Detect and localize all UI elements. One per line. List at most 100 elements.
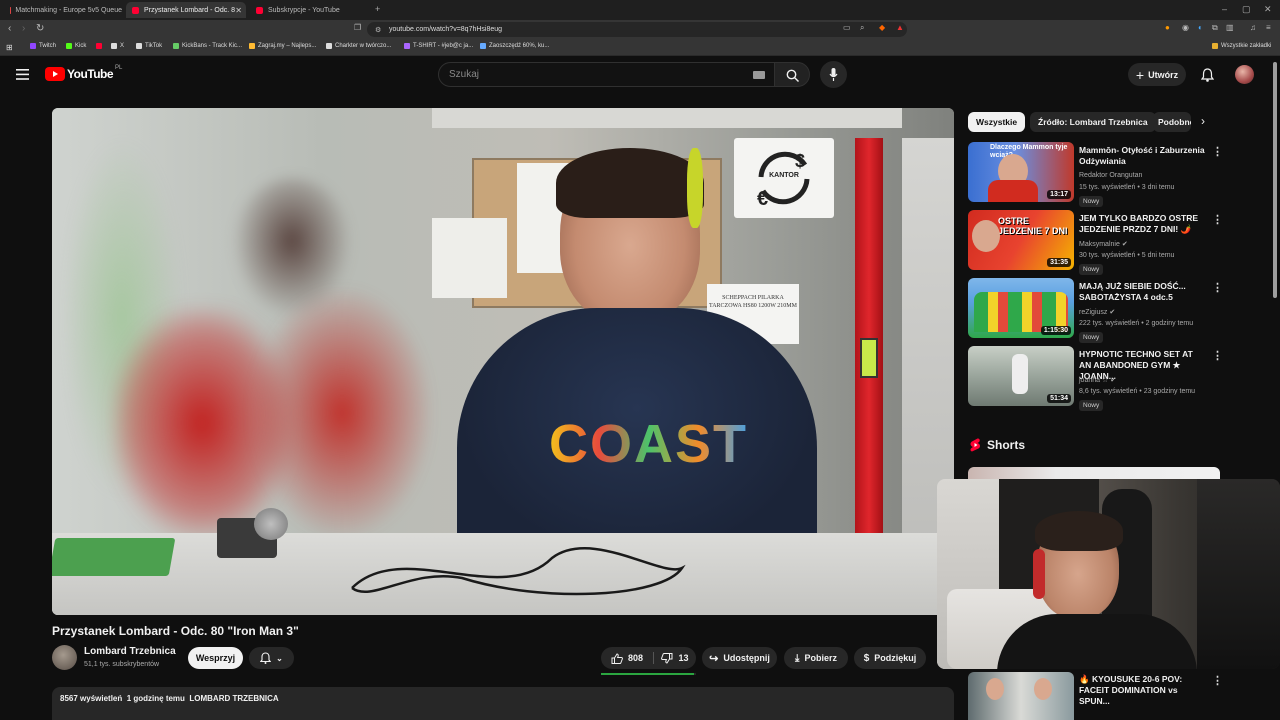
bookmark-item[interactable] <box>96 43 105 49</box>
bookmark-item[interactable]: Twitch <box>30 43 56 49</box>
keyboard-icon[interactable] <box>753 71 765 79</box>
chip-source[interactable]: Źródło: Lombard Trzebnica <box>1030 112 1156 132</box>
chevron-right-icon[interactable]: › <box>1201 114 1205 128</box>
thumbnail-person <box>986 678 1004 700</box>
paper-note <box>432 218 507 298</box>
shorts-heading: Shorts <box>970 438 1025 452</box>
maximize-icon[interactable]: ▢ <box>1242 4 1251 15</box>
chip-all[interactable]: Wszystkie <box>968 112 1026 132</box>
thumbnail-person-shirt <box>988 180 1038 202</box>
dislike-button[interactable]: 13 <box>654 647 696 669</box>
cast-icon[interactable]: ▭ <box>843 23 851 32</box>
video-thumbnail[interactable]: Dlaczego Mammon tyje wciąż? 13:17 <box>968 142 1074 202</box>
channel-name[interactable]: Maksymalnie ✔ <box>1079 240 1128 248</box>
bookmark-item[interactable]: Zaoszczędź 60%, ku... <box>480 43 549 49</box>
description-box[interactable]: 8567 wyświetleń 1 godzinę temu LOMBARD T… <box>52 687 954 720</box>
channel-name[interactable]: reZigiusz ✔ <box>1079 308 1115 316</box>
channel-name[interactable]: joanna ☆ ✔ <box>1079 376 1116 384</box>
site-info-icon[interactable]: ⚙ <box>375 26 381 34</box>
address-bar[interactable]: ⚙ youtube.com/watch?v=8q7hHsi8eug <box>367 22 907 37</box>
page-scrollbar-thumb[interactable] <box>1273 62 1277 298</box>
extension-icon[interactable]: ◉ <box>1182 23 1189 32</box>
extensions-puzzle-icon[interactable]: ⧉ <box>1212 23 1218 33</box>
forward-icon[interactable]: › <box>22 23 25 34</box>
notifications-bell-icon[interactable] <box>1201 68 1214 82</box>
extension-icon[interactable]: ● <box>1165 23 1170 32</box>
video-title[interactable]: 🔥 KYOUSUKE 20-6 POV: FACEIT DOMINATION v… <box>1079 674 1207 707</box>
bookmark-item[interactable]: X <box>111 43 124 49</box>
youtube-favicon-icon <box>256 6 263 14</box>
channel-name[interactable]: Redaktor Orangutan <box>1079 172 1142 179</box>
thumbnail-person <box>1034 678 1052 700</box>
like-button[interactable]: 808 <box>601 647 653 669</box>
like-ratio-bar <box>601 673 696 675</box>
video-title[interactable]: JEM TYLKO BARDZO OSTRE JEDZENIE PRZDZ 7 … <box>1079 213 1207 235</box>
video-title[interactable]: Mammōn- Otyłość i Zaburzenia Odżywiania <box>1079 145 1207 167</box>
youtube-logo[interactable]: YouTube PL <box>45 65 122 81</box>
share-button[interactable]: ↪ Udostępnij <box>702 647 777 669</box>
plus-icon: + <box>1135 66 1145 83</box>
sidebar-toggle-icon[interactable]: ▥ <box>1226 23 1234 32</box>
apps-grid-icon[interactable]: ⊞ <box>6 43 13 52</box>
create-button[interactable]: + Utwórz <box>1128 63 1186 86</box>
streamer-hair <box>1035 511 1123 551</box>
thanks-button[interactable]: $ Podziękuj <box>854 647 926 669</box>
bookmark-item[interactable]: Charkter w twórczo... <box>326 43 391 49</box>
shorts-logo-icon <box>970 438 980 452</box>
verified-icon: ✔ <box>1109 309 1116 316</box>
chip-similar[interactable]: Podobne <box>1153 112 1191 132</box>
search-button[interactable] <box>774 62 810 87</box>
bookmark-item[interactable]: KickBans - Track Kic... <box>173 43 242 49</box>
browser-toolbar: ‹ › ↻ ❐ ⚙ youtube.com/watch?v=8q7hHsi8eu… <box>0 20 1280 39</box>
new-tab-icon[interactable]: + <box>375 4 380 14</box>
channel-name[interactable]: Lombard Trzebnica <box>84 646 176 657</box>
support-button[interactable]: Wesprzyj <box>188 647 243 669</box>
avatar[interactable] <box>1235 65 1254 84</box>
more-actions-icon[interactable]: ⋮ <box>1212 145 1223 158</box>
browser-tab[interactable]: Matchmaking - Europe 5v5 Queue <box>4 2 122 18</box>
video-thumbnail[interactable] <box>968 672 1074 720</box>
zoom-icon[interactable]: ⌕ <box>860 23 864 33</box>
browser-tab-active[interactable]: Przystanek Lombard - Odc. 8 ✕ <box>126 2 246 18</box>
video-duration: 31:35 <box>1047 258 1071 267</box>
new-badge: Nowy <box>1079 264 1104 275</box>
media-icon[interactable]: ♫ <box>1250 23 1256 32</box>
more-actions-icon[interactable]: ⋮ <box>1212 281 1223 294</box>
back-icon[interactable]: ‹ <box>8 23 11 34</box>
download-button[interactable]: ⤓ Pobierz <box>784 647 848 669</box>
bookmark-item[interactable]: Zagraj.my – Najleps... <box>249 43 316 49</box>
video-thumbnail[interactable]: OSTRE JEDZENIE 7 DNI 31:35 <box>968 210 1074 270</box>
hamburger-menu-icon[interactable] <box>16 69 29 80</box>
bookmark-icon[interactable]: ❐ <box>354 23 361 32</box>
kantor-sign: $ € KANTOR <box>734 138 834 218</box>
subscription-bell-button[interactable]: ⌄ <box>249 647 294 669</box>
all-bookmarks[interactable]: Wszystkie zakładki <box>1212 43 1271 49</box>
youtube-masthead: YouTube PL Szukaj + Utwórz <box>0 57 1280 93</box>
bookmark-item[interactable]: TikTok <box>136 43 162 49</box>
video-thumbnail[interactable]: 51:34 <box>968 346 1074 406</box>
rewards-icon[interactable]: ▲ <box>896 23 904 32</box>
extension-icon[interactable]: ◐ <box>1198 23 1203 32</box>
close-tab-icon[interactable]: ✕ <box>235 6 242 15</box>
video-player[interactable]: $ € KANTOR SCHEPPACH PILARKA TARCZOWA HS… <box>52 108 954 615</box>
channel-avatar[interactable] <box>52 645 77 670</box>
bookmark-item[interactable]: Kick <box>66 43 86 49</box>
thumbnail-person <box>1012 354 1028 394</box>
video-thumbnail[interactable]: 1:15:30 <box>968 278 1074 338</box>
more-actions-icon[interactable]: ⋮ <box>1212 213 1223 226</box>
voice-search-button[interactable] <box>820 61 847 88</box>
video-title[interactable]: MAJĄ JUŻ SIEBIE DOŚĆ... SABOTAŻYSTA 4 od… <box>1079 281 1207 303</box>
video-meta: 8,6 tys. wyświetleń • 23 godziny temu <box>1079 388 1196 395</box>
minimize-icon[interactable]: – <box>1222 4 1227 14</box>
new-badge: Nowy <box>1079 400 1104 411</box>
more-actions-icon[interactable]: ⋮ <box>1212 349 1223 362</box>
more-actions-icon[interactable]: ⋮ <box>1212 674 1223 687</box>
kickbans-icon <box>173 43 179 49</box>
bookmark-item[interactable]: T-SHIRT - #jeb@c ja... <box>404 43 473 49</box>
reload-icon[interactable]: ↻ <box>36 23 44 34</box>
brave-shields-icon[interactable]: ◆ <box>879 23 885 32</box>
close-window-icon[interactable]: ✕ <box>1264 4 1272 15</box>
search-input[interactable]: Szukaj <box>438 62 776 87</box>
menu-icon[interactable]: ≡ <box>1266 23 1271 32</box>
browser-tab[interactable]: Subskrypcje - YouTube <box>250 2 370 18</box>
